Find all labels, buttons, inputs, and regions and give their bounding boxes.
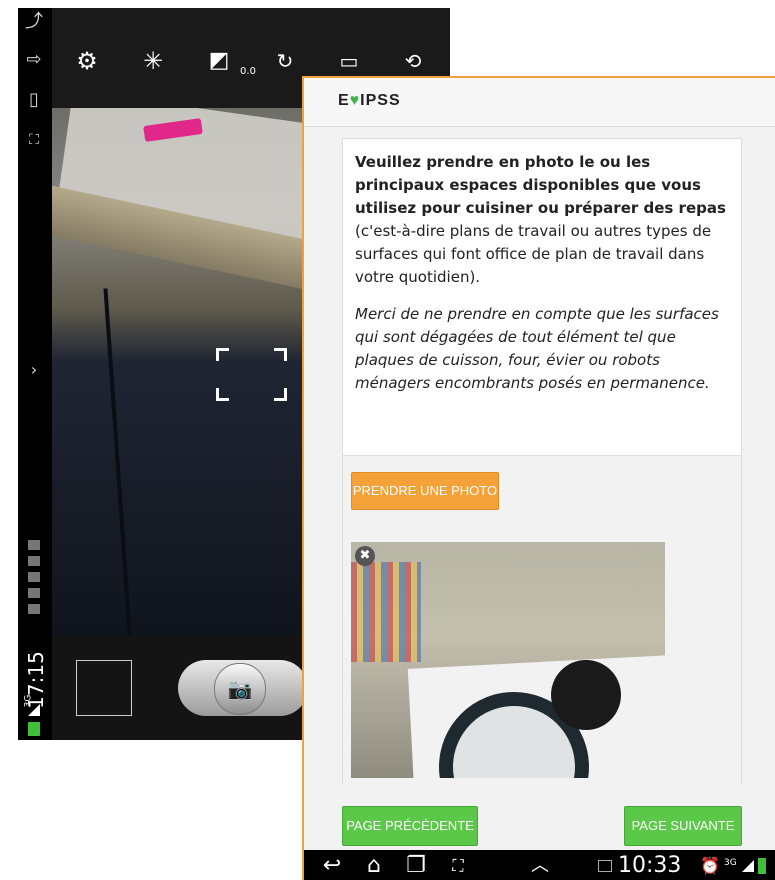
photo-figurines bbox=[351, 562, 421, 662]
camera-icon: 📷 bbox=[227, 677, 253, 701]
photo-dark-disc bbox=[551, 660, 621, 730]
survey-form-screenshot: E♥IPSS Veuillez prendre en photo le ou l… bbox=[302, 76, 775, 880]
focus-frame-corner bbox=[216, 388, 229, 401]
chevron-right-icon[interactable]: › bbox=[24, 360, 44, 380]
alarm-icon: ⏰ bbox=[700, 856, 720, 875]
battery-icon bbox=[28, 722, 40, 736]
settings-icon[interactable]: ⚙ bbox=[72, 46, 102, 76]
viewfinder-cabinet bbox=[103, 288, 133, 636]
focus-frame-corner bbox=[216, 348, 229, 361]
form-header: E♥IPSS bbox=[304, 78, 775, 127]
next-page-button[interactable]: PAGE SUIVANTE bbox=[624, 806, 742, 846]
shutter-button[interactable]: 📷 bbox=[214, 663, 266, 715]
heart-icon: ♥ bbox=[349, 92, 361, 109]
aspect-ratio-icon[interactable]: ▭ bbox=[334, 46, 364, 76]
shutter-mode-switch[interactable]: 📷 bbox=[178, 660, 308, 716]
back-icon[interactable]: ⤴ bbox=[24, 12, 44, 32]
notification-icon bbox=[28, 572, 40, 582]
notification-icon bbox=[28, 556, 40, 566]
effects-icon[interactable]: ✳ bbox=[138, 46, 168, 76]
remove-photo-icon[interactable]: ✖ bbox=[355, 546, 375, 566]
back-icon[interactable]: ↩ bbox=[318, 853, 346, 879]
network-type: 3G bbox=[724, 858, 737, 868]
question-text: Veuillez prendre en photo le ou les prin… bbox=[355, 151, 729, 395]
exposure-icon[interactable]: ◩ bbox=[204, 46, 234, 76]
recent-apps-icon[interactable]: ❐ bbox=[402, 853, 430, 879]
camera-side-status-bar: ⤴ ⇨ ▯ ⛶ › 17:15 3G bbox=[18, 8, 52, 740]
focus-frame-corner bbox=[274, 388, 287, 401]
focus-frame-corner bbox=[274, 348, 287, 361]
switch-camera-icon[interactable]: ⟲ bbox=[398, 46, 428, 76]
uploaded-photo: ✖ bbox=[351, 542, 665, 778]
screenshot-icon[interactable]: ⛶ bbox=[444, 853, 472, 879]
home-icon[interactable]: ⌂ bbox=[360, 853, 388, 879]
home-icon[interactable]: ⇨ bbox=[24, 50, 44, 70]
status-clock: 10:33 bbox=[618, 853, 682, 878]
notification-icon bbox=[28, 588, 40, 598]
chevron-up-icon[interactable]: ︿ bbox=[526, 853, 554, 879]
timer-off-icon[interactable]: ↻ bbox=[270, 46, 300, 76]
take-photo-button[interactable]: PRENDRE UNE PHOTO bbox=[351, 472, 499, 510]
notification-icon bbox=[28, 604, 40, 614]
question-title: Veuillez prendre en photo le ou les prin… bbox=[355, 153, 726, 217]
eqipss-logo: E♥IPSS bbox=[338, 92, 401, 110]
signal-icon bbox=[28, 704, 40, 716]
photo-answer-area: PRENDRE UNE PHOTO ✖ bbox=[343, 455, 741, 784]
question-card: Veuillez prendre en photo le ou les prin… bbox=[342, 138, 742, 784]
signal-icon bbox=[742, 860, 754, 872]
android-navigation-bar: ↩ ⌂ ❐ ⛶ ︿ 10:33 ⏰ 3G bbox=[304, 850, 775, 880]
battery-icon bbox=[758, 858, 766, 874]
gallery-thumbnail[interactable] bbox=[76, 660, 132, 716]
question-note: Merci de ne prendre en compte que les su… bbox=[355, 305, 719, 392]
question-detail: (c'est-à-dire plans de travail ou autres… bbox=[355, 222, 712, 286]
logo-letter: E bbox=[338, 92, 350, 109]
previous-page-button[interactable]: PAGE PRÉCÉDENTE bbox=[342, 806, 478, 846]
screenshot-icon[interactable]: ⛶ bbox=[24, 130, 44, 150]
recent-apps-icon[interactable]: ▯ bbox=[24, 90, 44, 110]
logo-letters: IPSS bbox=[360, 92, 401, 109]
exposure-value: 0.0 bbox=[240, 66, 256, 77]
notification-icon bbox=[28, 540, 40, 550]
image-notification-icon bbox=[598, 860, 612, 872]
